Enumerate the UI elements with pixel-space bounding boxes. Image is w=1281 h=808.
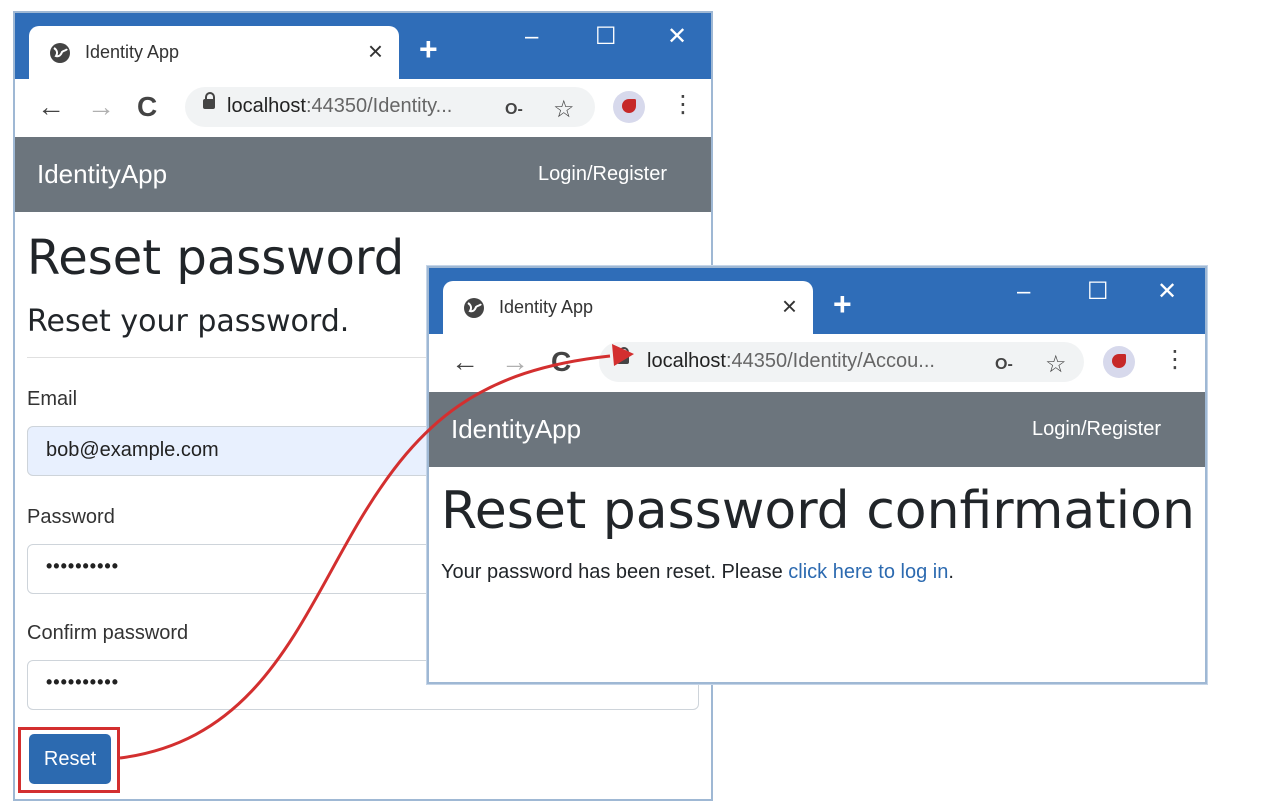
confirm-password-label: Confirm password — [27, 622, 189, 644]
close-window-button[interactable]: ✕ — [667, 23, 687, 51]
email-value: bob@example.com — [46, 439, 219, 461]
browser-tab[interactable]: Identity App × — [443, 281, 813, 334]
confirm-password-value: •••••••••• — [46, 672, 120, 692]
address-toolbar: ← → C localhost:44350/Identity/Accou... … — [429, 334, 1205, 393]
tab-title: Identity App — [499, 297, 594, 317]
profile-avatar[interactable] — [613, 91, 645, 123]
app-brand[interactable]: IdentityApp — [451, 414, 581, 445]
minimize-button[interactable]: – — [1017, 278, 1030, 306]
title-bar: Identity App × + – ☐ ✕ — [15, 13, 711, 79]
address-bar[interactable]: localhost:44350/Identity/Accou... O‑ ☆ — [599, 342, 1084, 382]
tab-close-icon[interactable]: × — [782, 291, 797, 321]
close-window-button[interactable]: ✕ — [1157, 278, 1177, 306]
message-suffix: . — [948, 561, 954, 583]
key-icon[interactable]: O‑ — [995, 356, 1013, 374]
url-text: localhost:44350/Identity/Accou... — [647, 350, 935, 372]
lock-icon — [203, 92, 215, 109]
highlight-box — [18, 727, 120, 793]
new-tab-button[interactable]: + — [419, 31, 438, 67]
address-bar[interactable]: localhost:44350/Identity... O‑ ☆ — [185, 87, 595, 127]
reload-button[interactable]: C — [551, 346, 571, 378]
globe-icon — [50, 43, 70, 63]
password-label: Password — [27, 506, 115, 528]
browser-window-confirmation: Identity App × + – ☐ ✕ ← → C localhost:4… — [427, 266, 1207, 684]
menu-kebab-icon[interactable]: ⋮ — [671, 91, 695, 119]
back-button[interactable]: ← — [37, 91, 65, 123]
star-icon[interactable]: ☆ — [553, 95, 575, 124]
page-content: Reset password confirmation Your passwor… — [429, 467, 1205, 682]
browser-tab[interactable]: Identity App × — [29, 26, 399, 79]
reload-button[interactable]: C — [137, 91, 157, 123]
confirmation-message: Your password has been reset. Please cli… — [441, 561, 954, 584]
message-text: Your password has been reset. Please — [441, 561, 789, 583]
app-brand[interactable]: IdentityApp — [37, 159, 167, 190]
page-title: Reset password — [27, 230, 405, 286]
login-register-link[interactable]: Login/Register — [1032, 418, 1161, 441]
title-bar: Identity App × + – ☐ ✕ — [429, 268, 1205, 334]
maximize-button[interactable]: ☐ — [595, 23, 617, 51]
tab-close-icon[interactable]: × — [368, 36, 383, 66]
key-icon[interactable]: O‑ — [505, 101, 523, 119]
new-tab-button[interactable]: + — [833, 286, 852, 322]
login-register-link[interactable]: Login/Register — [538, 163, 667, 186]
menu-kebab-icon[interactable]: ⋮ — [1163, 346, 1187, 374]
app-navbar: IdentityApp Login/Register — [15, 137, 711, 212]
forward-button[interactable]: → — [501, 346, 529, 378]
page-title: Reset password confirmation — [441, 481, 1195, 541]
forward-button[interactable]: → — [87, 91, 115, 123]
profile-avatar[interactable] — [1103, 346, 1135, 378]
login-link[interactable]: click here to log in — [788, 561, 948, 583]
app-navbar: IdentityApp Login/Register — [429, 392, 1205, 467]
maximize-button[interactable]: ☐ — [1087, 278, 1109, 306]
address-toolbar: ← → C localhost:44350/Identity... O‑ ☆ ⋮ — [15, 79, 711, 138]
url-text: localhost:44350/Identity... — [227, 95, 453, 117]
page-subtitle: Reset your password. — [27, 304, 350, 339]
tab-title: Identity App — [85, 42, 180, 62]
lock-icon — [617, 347, 629, 364]
password-value: •••••••••• — [46, 556, 120, 576]
star-icon[interactable]: ☆ — [1045, 350, 1067, 379]
email-label: Email — [27, 388, 78, 410]
minimize-button[interactable]: – — [525, 23, 538, 51]
globe-icon — [464, 298, 484, 318]
back-button[interactable]: ← — [451, 346, 479, 378]
